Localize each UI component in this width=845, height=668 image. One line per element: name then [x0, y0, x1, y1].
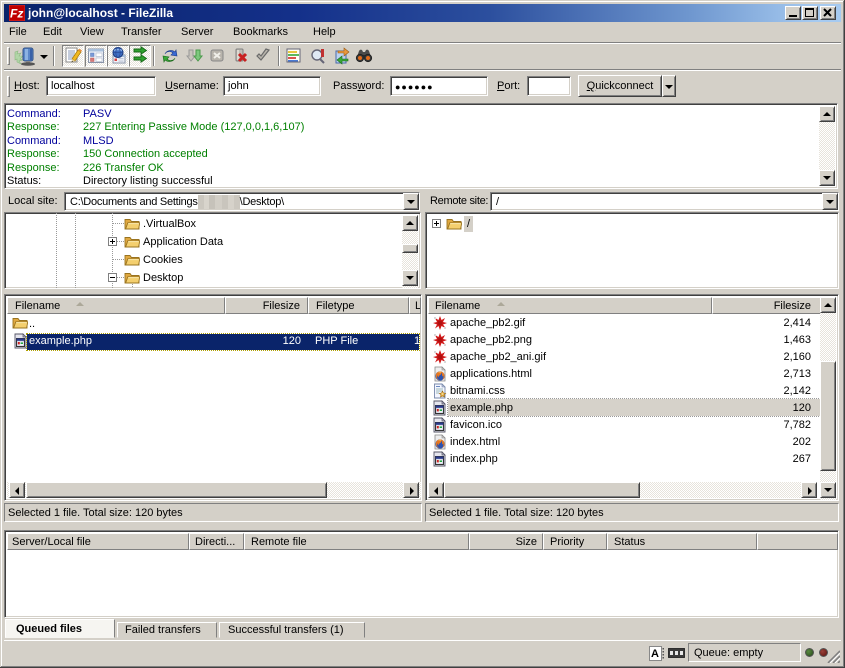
svg-text:A: A — [651, 648, 659, 660]
svg-text:Fz: Fz — [10, 7, 23, 21]
